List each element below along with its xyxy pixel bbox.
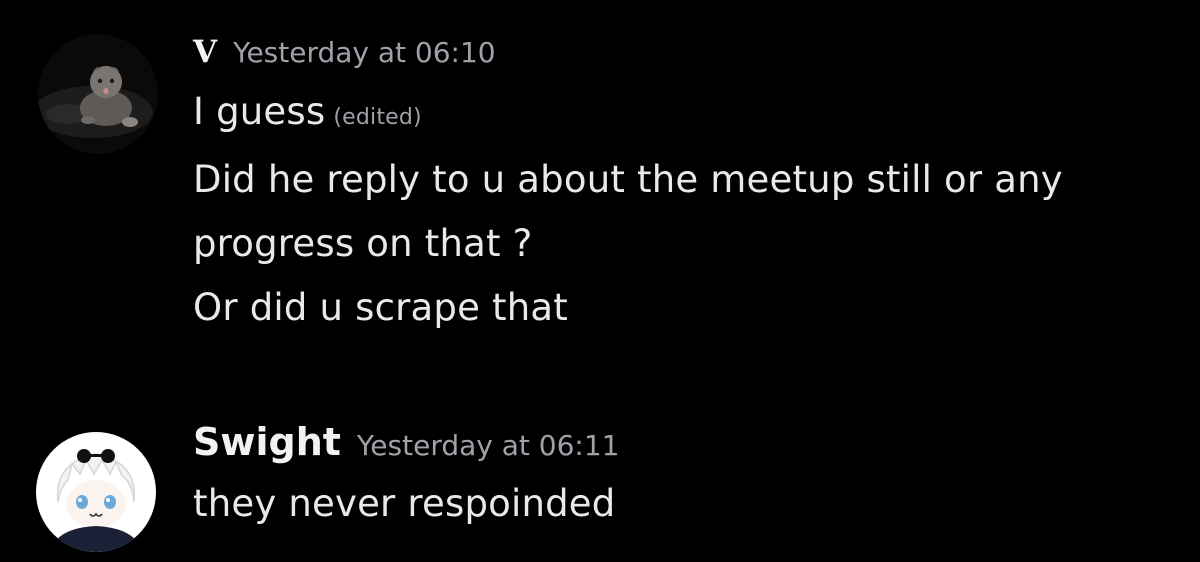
message-line: they never respoinded	[193, 472, 1180, 536]
message-text: progress on that ?	[193, 222, 533, 265]
message-line: Did he reply to u about the meetup still…	[193, 148, 1180, 212]
message-content: V Yesterday at 06:10 I guess (edited) Did…	[193, 34, 1180, 340]
message-header: Swight Yesterday at 06:11	[193, 420, 1180, 472]
message-line: progress on that ?	[193, 212, 1180, 276]
message-line: Or did u scrape that	[193, 276, 1180, 340]
username[interactable]: V	[193, 34, 217, 70]
message-group-swight: Swight Yesterday at 06:11 they never res…	[0, 420, 1200, 562]
username[interactable]: Swight	[193, 420, 341, 464]
edited-label: (edited)	[333, 105, 422, 130]
message-group-v: V Yesterday at 06:10 I guess (edited) Did…	[0, 0, 1200, 380]
plush-character-avatar-icon[interactable]	[36, 432, 156, 552]
message-text: Or did u scrape that	[193, 286, 568, 329]
message-line: I guess (edited)	[193, 82, 1180, 148]
cat-avatar-icon[interactable]	[38, 34, 158, 154]
message-content: Swight Yesterday at 06:11 they never res…	[193, 420, 1180, 536]
timestamp: Yesterday at 06:10	[233, 36, 496, 69]
message-text: I guess	[193, 90, 326, 133]
timestamp: Yesterday at 06:11	[356, 429, 620, 462]
message-text: Did he reply to u about the meetup still…	[193, 158, 1063, 201]
message-header: V Yesterday at 06:10	[193, 34, 1180, 78]
message-text: they never respoinded	[193, 482, 616, 525]
